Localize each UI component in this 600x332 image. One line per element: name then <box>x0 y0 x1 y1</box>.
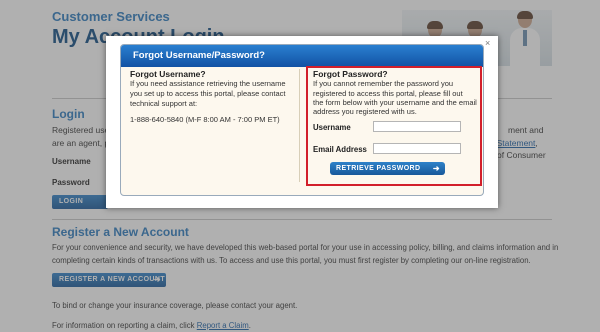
reset-email-label: Email Address <box>313 145 367 154</box>
close-icon[interactable]: × <box>485 38 490 48</box>
forgot-password-line1: If you cannot remember the password you <box>313 79 454 88</box>
reset-username-label: Username <box>313 123 351 132</box>
dialog-title: Forgot Username/Password? <box>133 50 265 61</box>
forgot-username-title: Forgot Username? <box>130 69 206 79</box>
retrieve-password-button[interactable]: RETRIEVE PASSWORD ➜ <box>330 162 445 175</box>
forgot-username-line2: you set up to access this portal, please… <box>130 89 286 98</box>
column-divider <box>299 69 300 182</box>
forgot-password-title: Forgot Password? <box>313 69 388 79</box>
reset-email-input[interactable] <box>373 143 461 154</box>
dialog-title-bar: Forgot Username/Password? <box>121 45 483 67</box>
forgot-username-line3: technical support at: <box>130 99 198 108</box>
support-phone: 1-888-640-5840 (M-F 8:00 AM - 7:00 PM ET… <box>130 115 280 124</box>
arrow-right-icon: ➜ <box>432 164 440 173</box>
forgot-password-line4: address you registered with us. <box>313 107 417 116</box>
reset-username-input[interactable] <box>373 121 461 132</box>
forgot-username-line1: If you need assistance retrieving the us… <box>130 79 286 88</box>
